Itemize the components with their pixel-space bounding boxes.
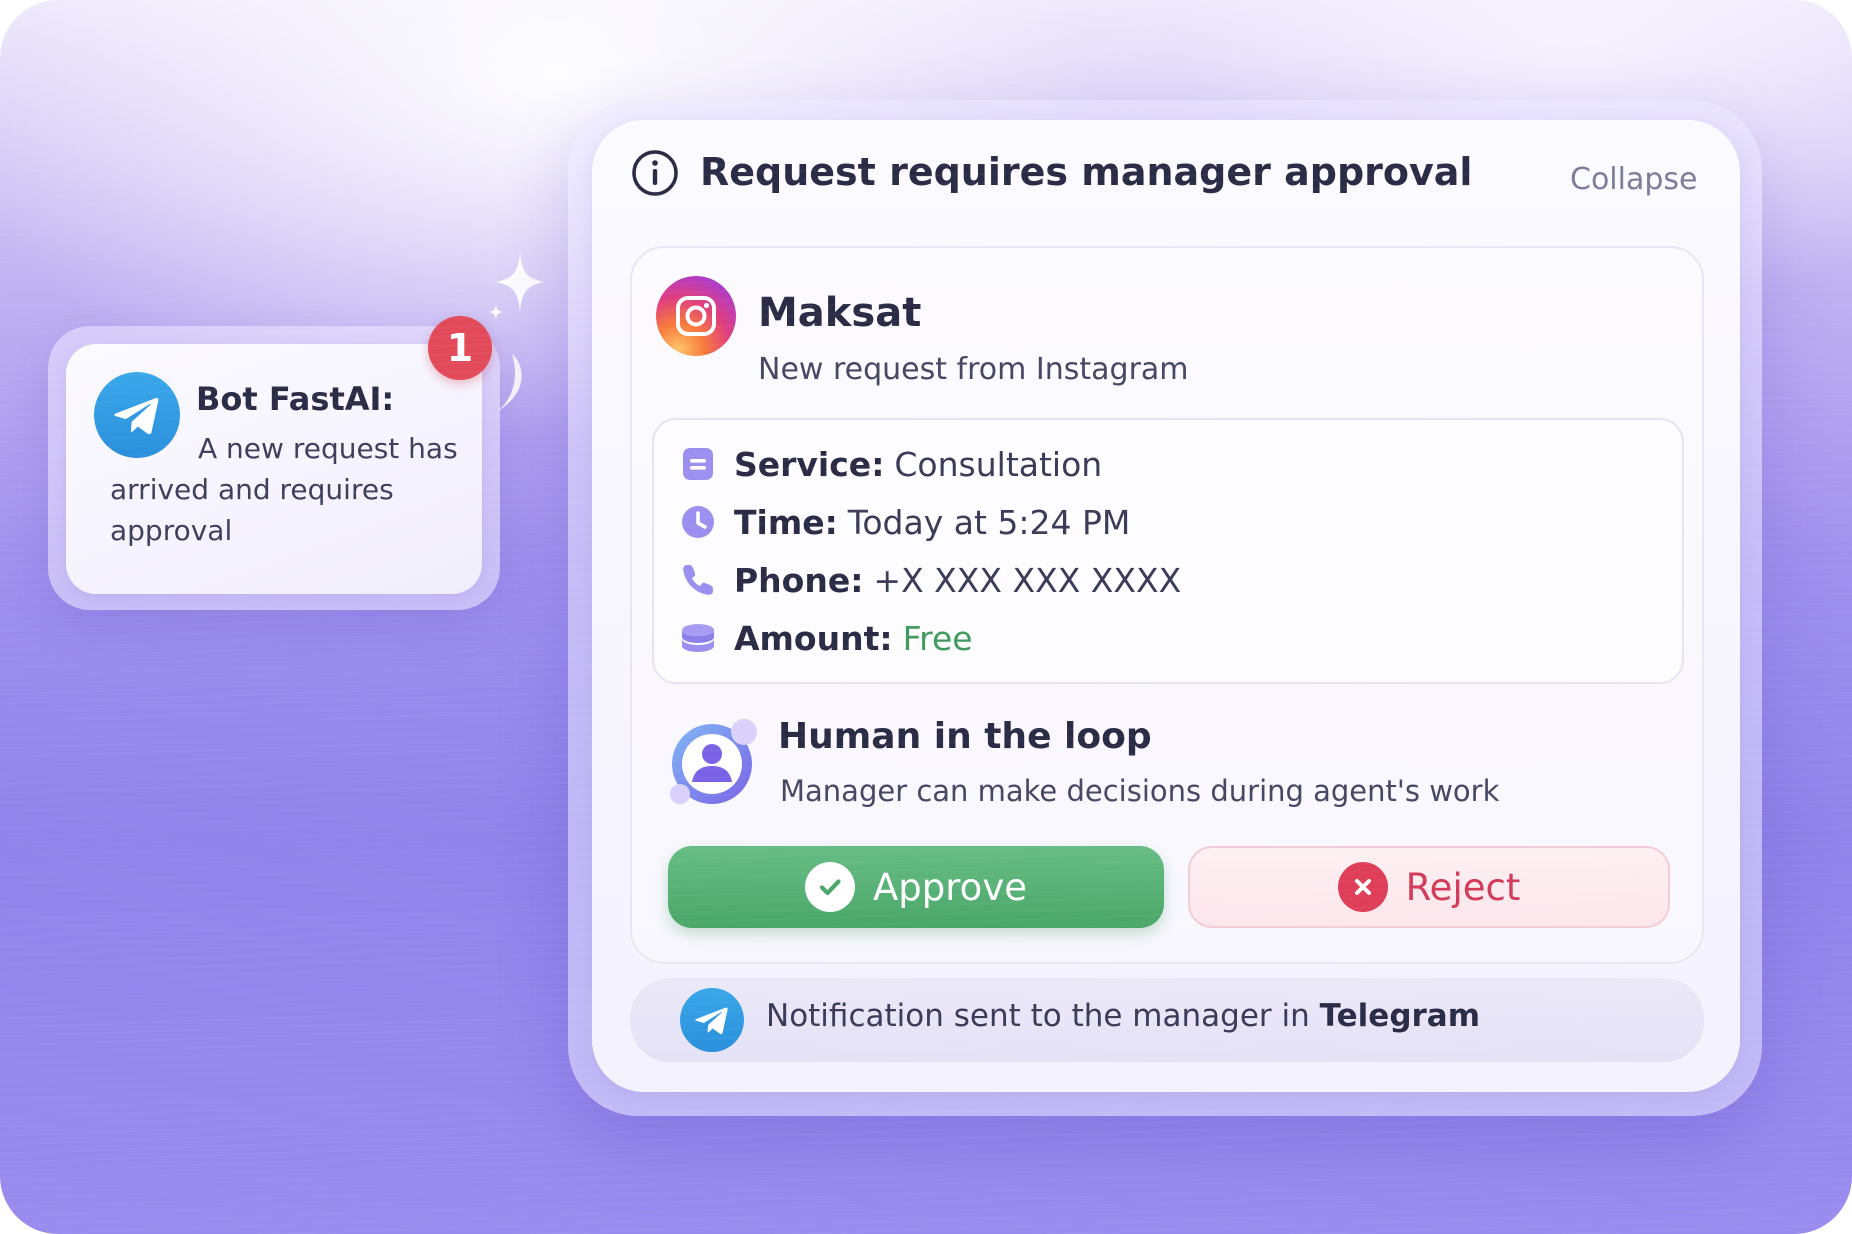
detail-label: Amount: (734, 618, 893, 658)
background-stage: Bot FastAI: A new request has arrived an… (0, 0, 1852, 1234)
notification-sender: Bot FastAI: (196, 380, 395, 418)
approve-button[interactable]: Approve (668, 846, 1164, 928)
detail-value: Free (902, 618, 973, 658)
detail-label: Time: (734, 502, 838, 542)
clock-icon (678, 502, 718, 542)
instagram-icon (656, 276, 736, 356)
detail-row-amount: Amount: Free (678, 614, 973, 662)
panel-title: Request requires manager approval (700, 150, 1473, 194)
detail-label: Service: (734, 444, 885, 484)
hitl-subtitle: Manager can make decisions during agent'… (780, 774, 1500, 808)
coins-icon (678, 618, 718, 658)
notice-prefix: Notification sent to the manager in (766, 998, 1310, 1034)
client-source: New request from Instagram (758, 352, 1189, 387)
reject-label: Reject (1405, 865, 1521, 909)
telegram-notice-text: Notification sent to the manager in Tele… (766, 998, 1480, 1034)
user-loop-icon (670, 719, 757, 804)
telegram-icon (680, 988, 744, 1052)
reject-button[interactable]: Reject (1188, 846, 1670, 928)
detail-row-time: Time: Today at 5:24 PM (678, 498, 1130, 546)
close-icon (1337, 862, 1388, 912)
notice-channel: Telegram (1319, 998, 1481, 1034)
detail-label: Phone: (734, 560, 864, 600)
detail-value: +X XXX XXX XXXX (873, 560, 1182, 600)
detail-value: Today at 5:24 PM (847, 502, 1131, 542)
hitl-title: Human in the loop (778, 716, 1152, 757)
sparkle-icon (489, 252, 544, 320)
check-icon (805, 862, 855, 912)
collapse-button[interactable]: Collapse (1570, 162, 1698, 197)
document-icon (678, 444, 718, 484)
crescent-decoration (496, 354, 522, 412)
detail-value: Consultation (894, 444, 1103, 484)
info-icon (632, 150, 678, 196)
approve-label: Approve (873, 865, 1027, 909)
notification-message: A new request has arrived and requires a… (110, 432, 458, 547)
detail-row-phone: Phone: +X XXX XXX XXXX (678, 556, 1181, 604)
client-name: Maksat (758, 290, 922, 336)
detail-row-service: Service: Consultation (678, 440, 1102, 488)
phone-icon (678, 560, 718, 600)
